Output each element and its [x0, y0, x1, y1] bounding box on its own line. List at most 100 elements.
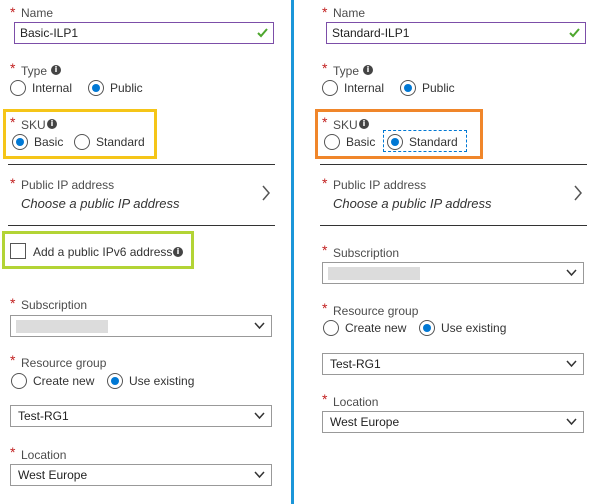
subscription-dropdown[interactable] [10, 315, 272, 337]
rg-use-existing-label: Use existing [129, 374, 195, 388]
sku-info-icon[interactable]: i [47, 119, 57, 129]
required-marker: * [10, 4, 16, 20]
name-label: Name [21, 6, 54, 20]
chevron-down-icon [254, 471, 265, 479]
location-value: West Europe [18, 468, 88, 482]
radio-circle-selected [400, 80, 416, 96]
radio-circle [323, 320, 339, 336]
subscription-label: Subscription [21, 298, 88, 312]
rg-use-existing-label: Use existing [441, 321, 507, 335]
chevron-down-icon [254, 412, 265, 420]
name-input[interactable]: Basic-ILP1 [14, 22, 274, 44]
location-value: West Europe [330, 415, 400, 429]
ipv6-checkbox-row[interactable]: Add a public IPv6 address i [10, 242, 190, 260]
name-value: Basic-ILP1 [20, 26, 79, 40]
redacted-subscription-value [328, 267, 420, 280]
subscription-label: Subscription [333, 246, 400, 260]
name-label: Name [333, 6, 366, 20]
basic-sku-panel: * Name Basic-ILP1 * Type i Internal Publ… [0, 0, 290, 504]
location-dropdown[interactable]: West Europe [10, 464, 272, 486]
resource-group-label: Resource group [21, 356, 107, 370]
sku-standard-radio[interactable]: Standard [74, 134, 149, 154]
subscription-dropdown[interactable] [322, 262, 584, 284]
rg-create-new-label: Create new [345, 321, 407, 335]
radio-circle [11, 373, 27, 389]
chevron-right-icon [262, 185, 270, 201]
sku-standard-label: Standard [96, 135, 145, 149]
sku-label: SKU [333, 118, 358, 132]
required-marker: * [10, 295, 16, 311]
radio-circle-selected [387, 134, 403, 150]
required-marker: * [10, 444, 16, 460]
type-info-icon[interactable]: i [363, 65, 373, 75]
chevron-down-icon [566, 360, 577, 368]
section-divider [320, 225, 587, 226]
location-label: Location [333, 395, 379, 409]
resource-group-value: Test-RG1 [18, 409, 69, 423]
type-internal-label: Internal [344, 81, 385, 95]
location-label: Location [21, 448, 67, 462]
sku-basic-radio[interactable]: Basic [324, 134, 382, 154]
public-ip-label: Public IP address [333, 178, 427, 192]
required-marker: * [322, 391, 328, 407]
public-ip-selector[interactable]: * Public IP address Choose a public IP a… [312, 165, 594, 225]
radio-circle-selected [12, 134, 28, 150]
resource-group-label: Resource group [333, 304, 419, 318]
sku-basic-label: Basic [34, 135, 64, 149]
sku-basic-label: Basic [346, 135, 376, 149]
radio-circle [324, 134, 340, 150]
chevron-down-icon [254, 322, 265, 330]
rg-create-new-radio[interactable]: Create new [323, 320, 413, 340]
type-public-label: Public [422, 81, 455, 95]
resource-group-dropdown[interactable]: Test-RG1 [10, 405, 272, 427]
rg-use-existing-radio[interactable]: Use existing [419, 320, 514, 340]
valid-check-icon [569, 28, 580, 38]
type-info-icon[interactable]: i [51, 65, 61, 75]
name-value: Standard-ILP1 [332, 26, 410, 40]
standard-sku-panel: * Name Standard-ILP1 * Type i Internal P… [312, 0, 602, 504]
location-dropdown[interactable]: West Europe [322, 411, 584, 433]
ipv6-info-icon[interactable]: i [173, 247, 183, 257]
valid-check-icon [257, 28, 268, 38]
required-marker: * [10, 114, 16, 130]
chevron-down-icon [566, 418, 577, 426]
radio-circle-selected [88, 80, 104, 96]
type-internal-radio[interactable]: Internal [10, 80, 80, 100]
type-public-radio[interactable]: Public [88, 80, 158, 100]
sku-info-icon[interactable]: i [359, 119, 369, 129]
resource-group-value: Test-RG1 [330, 357, 381, 371]
required-marker: * [10, 352, 16, 368]
required-marker: * [322, 300, 328, 316]
chevron-right-icon [574, 185, 582, 201]
chevron-down-icon [566, 269, 577, 277]
required-marker: * [322, 60, 328, 76]
required-marker: * [322, 175, 328, 191]
public-ip-selector[interactable]: * Public IP address Choose a public IP a… [0, 165, 282, 225]
ipv6-checkbox[interactable] [10, 243, 26, 259]
required-marker: * [10, 60, 16, 76]
sku-basic-radio[interactable]: Basic [12, 134, 70, 154]
required-marker: * [322, 4, 328, 20]
resource-group-dropdown[interactable]: Test-RG1 [322, 353, 584, 375]
sku-label: SKU [21, 118, 46, 132]
radio-circle [322, 80, 338, 96]
name-input[interactable]: Standard-ILP1 [326, 22, 586, 44]
rg-use-existing-radio[interactable]: Use existing [107, 373, 202, 393]
required-marker: * [322, 242, 328, 258]
rg-create-new-label: Create new [33, 374, 95, 388]
type-public-label: Public [110, 81, 143, 95]
public-ip-value: Choose a public IP address [21, 196, 180, 211]
radio-circle-selected [419, 320, 435, 336]
panel-divider [291, 0, 294, 504]
radio-circle-selected [107, 373, 123, 389]
type-public-radio[interactable]: Public [400, 80, 470, 100]
rg-create-new-radio[interactable]: Create new [11, 373, 101, 393]
type-label: Type [21, 64, 48, 78]
sku-standard-radio[interactable]: Standard [387, 134, 462, 154]
redacted-subscription-value [16, 320, 108, 333]
public-ip-value: Choose a public IP address [333, 196, 492, 211]
ipv6-label: Add a public IPv6 address [33, 245, 173, 259]
type-internal-radio[interactable]: Internal [322, 80, 392, 100]
required-marker: * [10, 175, 16, 191]
radio-circle [10, 80, 26, 96]
